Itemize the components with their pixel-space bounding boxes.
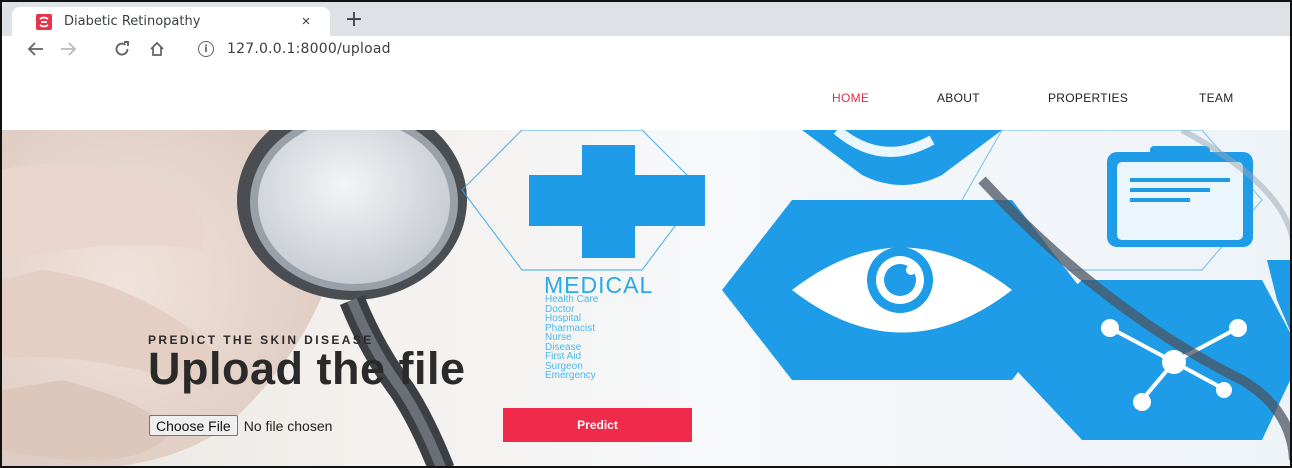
reload-icon[interactable]	[110, 36, 134, 62]
info-icon[interactable]: i	[198, 41, 214, 57]
forward-icon[interactable]	[56, 36, 80, 62]
address-bar[interactable]: i 127.0.0.1:8000/upload	[198, 37, 391, 61]
nav-properties[interactable]: PROPERTIES	[1048, 91, 1128, 105]
tab-title: Diabetic Retinopathy	[64, 14, 201, 29]
nav-team[interactable]: TEAM	[1199, 91, 1234, 105]
file-status-text: No file chosen	[243, 417, 333, 434]
url-text[interactable]: 127.0.0.1:8000/upload	[227, 41, 391, 57]
hero-headline: Upload the file	[148, 343, 466, 394]
medical-list-item: Emergency	[545, 370, 596, 381]
medical-list: Health Care Doctor Hospital Pharmacist N…	[545, 295, 598, 381]
new-tab-icon[interactable]: +	[340, 7, 368, 32]
tab-strip: Diabetic Retinopathy × +	[2, 2, 1290, 36]
browser-tab[interactable]: Diabetic Retinopathy ×	[12, 7, 330, 36]
file-input[interactable]: Choose File No file chosen	[149, 415, 332, 436]
site-favicon-icon	[36, 13, 52, 30]
site-header: HOME ABOUT PROPERTIES TEAM	[2, 62, 1290, 130]
hero-banner: MEDICAL Health Care Doctor Hospital Phar…	[2, 130, 1290, 466]
browser-window: Diabetic Retinopathy × + i 127.0.0.1:800…	[0, 0, 1292, 468]
nav-about[interactable]: ABOUT	[937, 91, 980, 105]
back-icon[interactable]	[24, 36, 48, 62]
browser-toolbar: i 127.0.0.1:8000/upload	[2, 36, 1290, 62]
nav-home[interactable]: HOME	[832, 91, 869, 105]
tab-close-icon[interactable]: ×	[296, 12, 316, 32]
choose-file-button[interactable]: Choose File	[149, 415, 238, 436]
predict-button[interactable]: Predict	[503, 408, 692, 442]
home-icon[interactable]	[145, 36, 169, 62]
